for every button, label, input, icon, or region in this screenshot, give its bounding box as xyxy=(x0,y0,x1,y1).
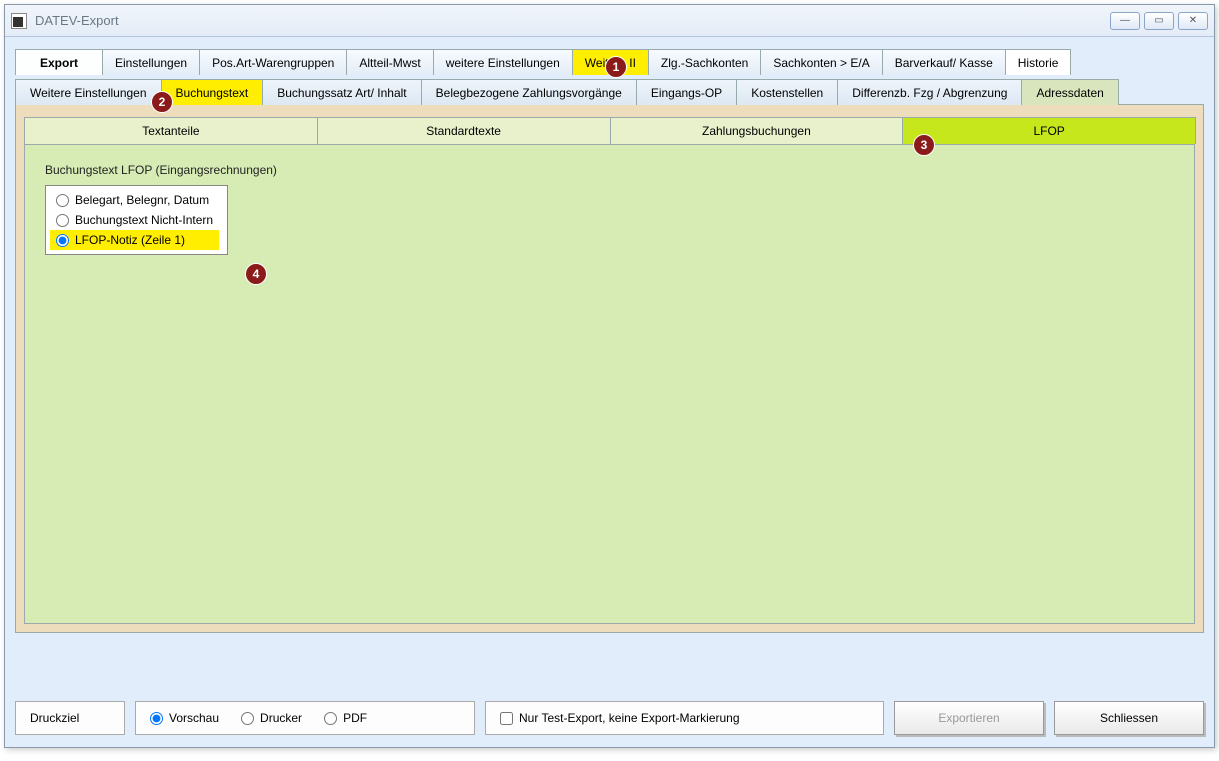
badge-1: 1 xyxy=(605,56,627,78)
checkbox-test-export[interactable]: Nur Test-Export, keine Export-Markierung xyxy=(500,711,740,725)
innertab-standardtexte[interactable]: Standardtexte xyxy=(317,117,611,144)
radio-pdf-input[interactable] xyxy=(324,712,337,725)
tab-posart[interactable]: Pos.Art-Warengruppen xyxy=(199,49,347,75)
radio-pdf-label: PDF xyxy=(343,711,367,725)
badge-4: 4 xyxy=(245,263,267,285)
window-controls: — ▭ ✕ xyxy=(1110,12,1208,30)
subtab-adressdaten[interactable]: Adressdaten xyxy=(1021,79,1118,105)
radio-vorschau-input[interactable] xyxy=(150,712,163,725)
radio-group: Belegart, Belegnr, Datum Buchungstext Ni… xyxy=(45,185,228,255)
radio-nicht-intern-input[interactable] xyxy=(56,214,69,227)
test-export-box: Nur Test-Export, keine Export-Markierung xyxy=(485,701,884,735)
content-area: Export Einstellungen Pos.Art-Warengruppe… xyxy=(5,37,1214,643)
radio-belegart-input[interactable] xyxy=(56,194,69,207)
radio-lfop-notiz-label: LFOP-Notiz (Zeile 1) xyxy=(75,233,185,247)
exportieren-button[interactable]: Exportieren xyxy=(894,701,1044,735)
tab-export[interactable]: Export xyxy=(15,49,103,75)
subtab-eingangs-op[interactable]: Eingangs-OP xyxy=(636,79,737,105)
radio-vorschau-label: Vorschau xyxy=(169,711,219,725)
titlebar: DATEV-Export — ▭ ✕ xyxy=(5,5,1214,37)
subtab-differenz[interactable]: Differenzb. Fzg / Abgrenzung xyxy=(837,79,1022,105)
radio-drucker-label: Drucker xyxy=(260,711,302,725)
badge-3: 3 xyxy=(913,134,935,156)
subtab-weitere-einstellungen[interactable]: Weitere Einstellungen xyxy=(15,79,162,105)
subtab-belegbezogene[interactable]: Belegbezogene Zahlungsvorgänge xyxy=(421,79,637,105)
radio-belegart[interactable]: Belegart, Belegnr, Datum xyxy=(50,190,219,210)
druckziel-label: Druckziel xyxy=(30,711,79,725)
inner-tab-row: Textanteile Standardtexte Zahlungsbuchun… xyxy=(24,117,1195,144)
app-icon xyxy=(11,13,27,29)
panel-lfop: Buchungstext LFOP (Eingangsrechnungen) B… xyxy=(24,144,1195,624)
innertab-zahlungsbuchungen[interactable]: Zahlungsbuchungen xyxy=(610,117,904,144)
checkbox-test-export-label: Nur Test-Export, keine Export-Markierung xyxy=(519,711,740,725)
radio-drucker-input[interactable] xyxy=(241,712,254,725)
subtab-buchungssatz[interactable]: Buchungssatz Art/ Inhalt xyxy=(262,79,421,105)
radio-drucker[interactable]: Drucker xyxy=(241,711,302,725)
druckziel-options: Vorschau Drucker PDF xyxy=(135,701,475,735)
minimize-button[interactable]: — xyxy=(1110,12,1140,30)
subtab-buchungstext[interactable]: Buchungstext xyxy=(161,79,264,105)
tab-sachkonten-ea[interactable]: Sachkonten > E/A xyxy=(760,49,882,75)
bottom-bar: Druckziel Vorschau Drucker PDF Nur Test-… xyxy=(15,701,1204,735)
window-title: DATEV-Export xyxy=(35,13,119,28)
innertab-textanteile[interactable]: Textanteile xyxy=(24,117,318,144)
radio-lfop-notiz[interactable]: LFOP-Notiz (Zeile 1) xyxy=(50,230,219,250)
tab-altteil[interactable]: Altteil-Mwst xyxy=(346,49,433,75)
sub-tab-row: Weitere Einstellungen Buchungstext Buchu… xyxy=(15,79,1204,105)
tab-weitere-einstellungen[interactable]: weitere Einstellungen xyxy=(433,49,573,75)
radio-pdf[interactable]: PDF xyxy=(324,711,367,725)
sub-area: Textanteile Standardtexte Zahlungsbuchun… xyxy=(15,104,1204,633)
checkbox-test-export-input[interactable] xyxy=(500,712,513,725)
subtab-kostenstellen[interactable]: Kostenstellen xyxy=(736,79,838,105)
radio-nicht-intern[interactable]: Buchungstext Nicht-Intern xyxy=(50,210,219,230)
radio-vorschau[interactable]: Vorschau xyxy=(150,711,219,725)
close-button[interactable]: ✕ xyxy=(1178,12,1208,30)
badge-2: 2 xyxy=(151,91,173,113)
tab-barverkauf[interactable]: Barverkauf/ Kasse xyxy=(882,49,1006,75)
tab-einstellungen[interactable]: Einstellungen xyxy=(102,49,200,75)
window-frame: DATEV-Export — ▭ ✕ Export Einstellungen … xyxy=(4,4,1215,748)
radio-nicht-intern-label: Buchungstext Nicht-Intern xyxy=(75,213,213,227)
innertab-lfop[interactable]: LFOP xyxy=(902,117,1196,144)
schliessen-button[interactable]: Schliessen xyxy=(1054,701,1204,735)
tab-historie[interactable]: Historie xyxy=(1005,49,1072,75)
radio-belegart-label: Belegart, Belegnr, Datum xyxy=(75,193,209,207)
radio-lfop-notiz-input[interactable] xyxy=(56,234,69,247)
maximize-button[interactable]: ▭ xyxy=(1144,12,1174,30)
group-title: Buchungstext LFOP (Eingangsrechnungen) xyxy=(45,163,1174,177)
tab-zlg-sachkonten[interactable]: Zlg.-Sachkonten xyxy=(648,49,761,75)
druckziel-label-box: Druckziel xyxy=(15,701,125,735)
